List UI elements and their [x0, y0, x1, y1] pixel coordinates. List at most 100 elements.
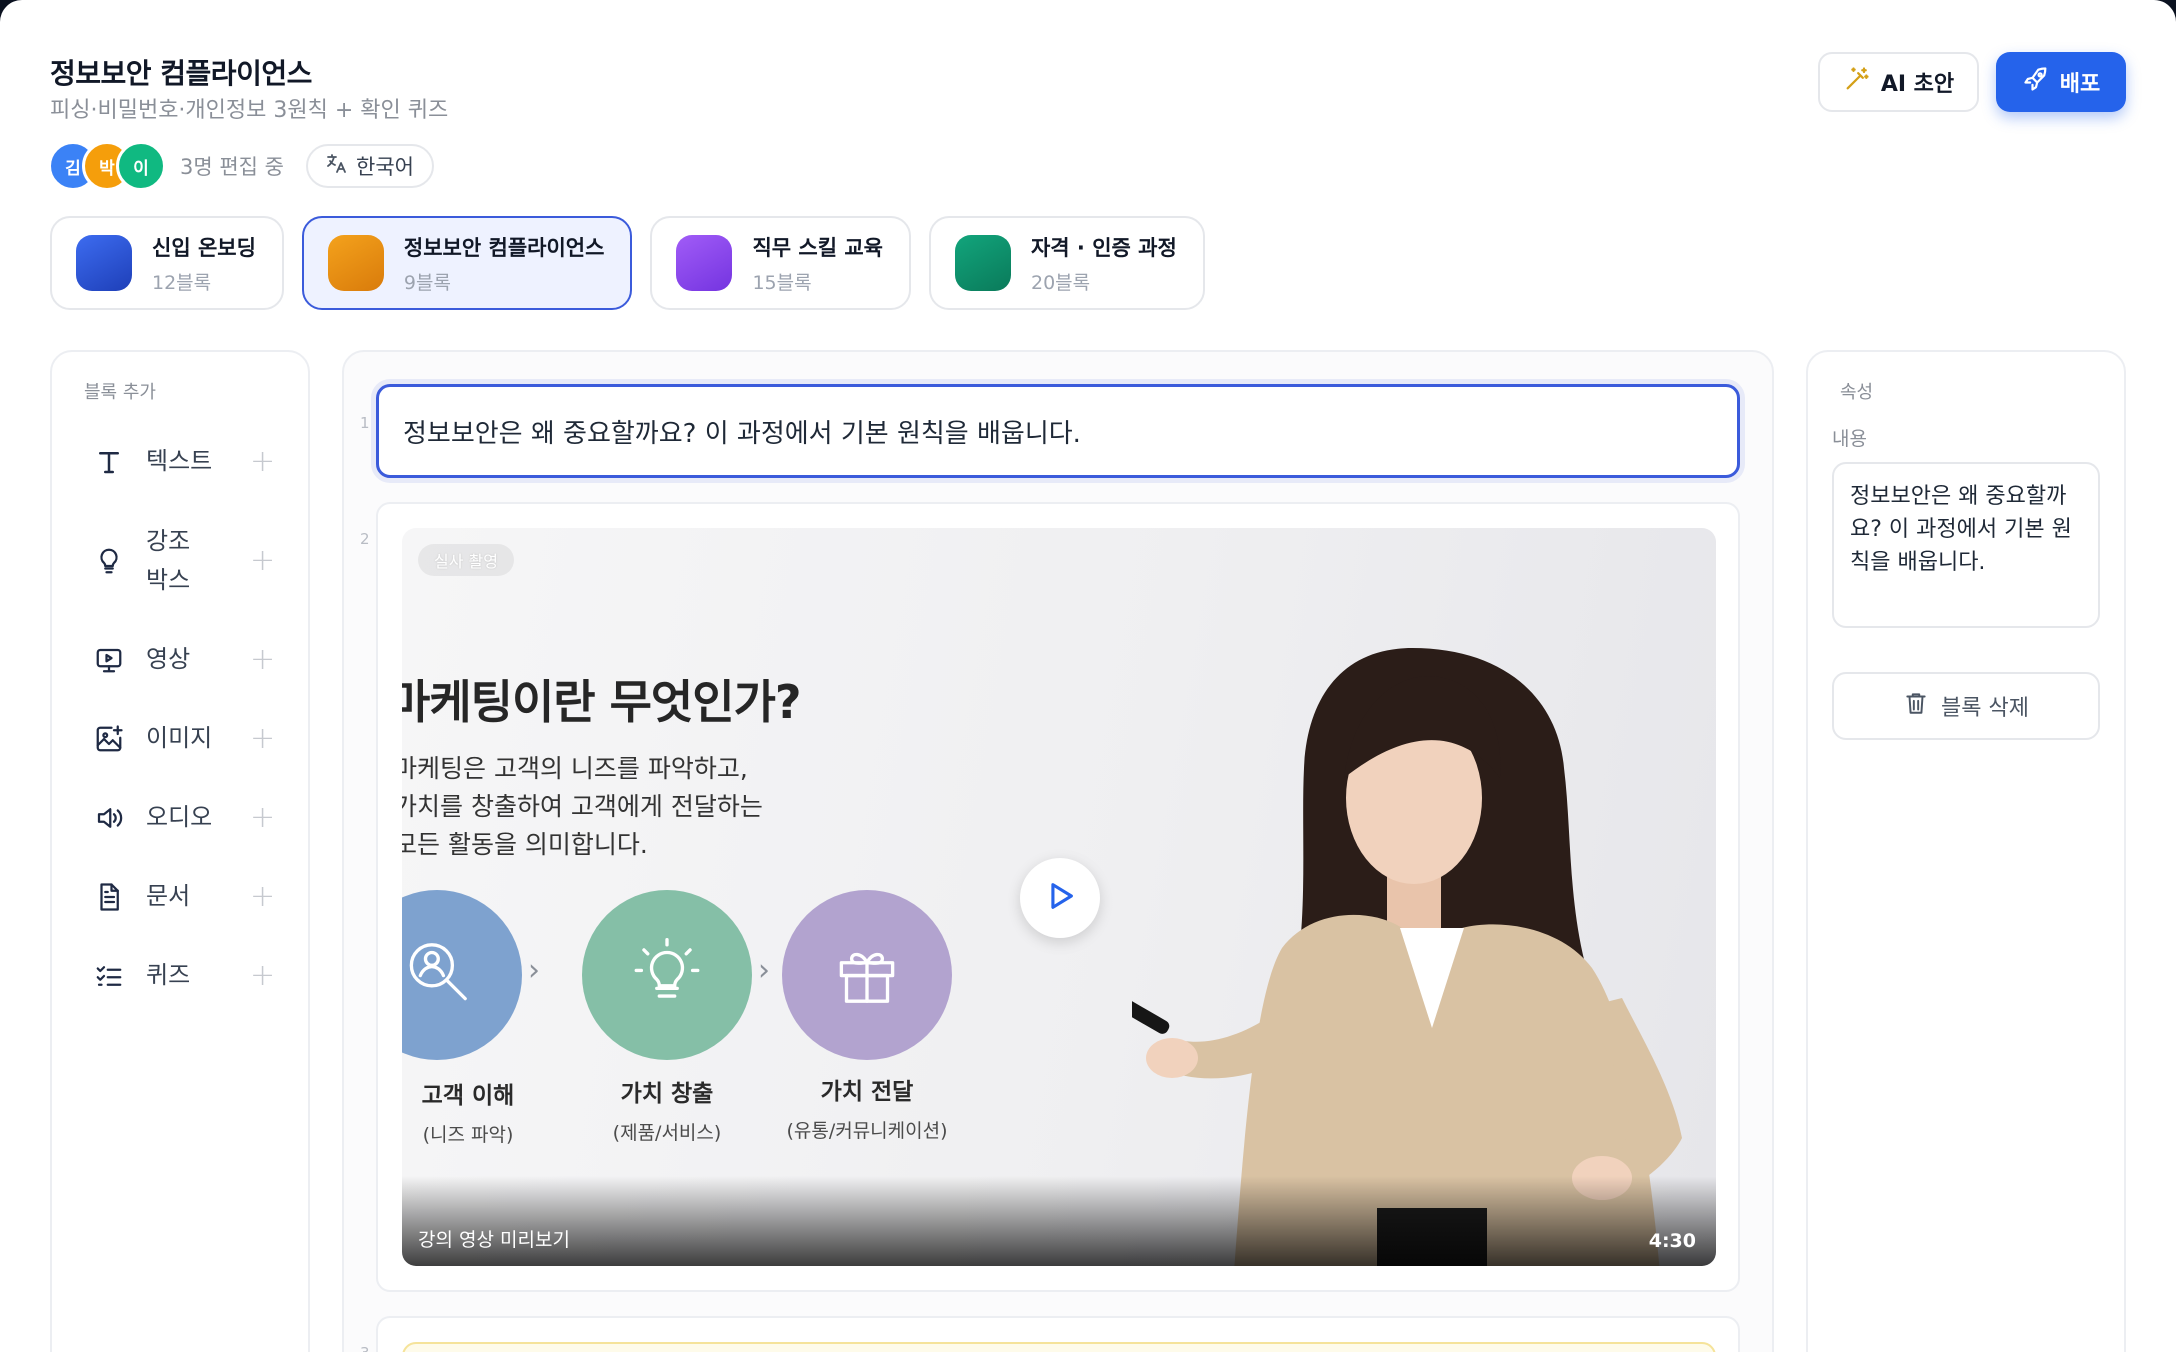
- video-duration: 4:30: [1648, 1230, 1696, 1252]
- course-tab-certification[interactable]: 자격 · 인증 과정 20블록: [928, 216, 1205, 310]
- block-item-document[interactable]: 문서 +: [92, 857, 292, 936]
- text-block[interactable]: 정보보안은 왜 중요할까요? 이 과정에서 기본 원칙을 배웁니다.: [376, 384, 1740, 478]
- course-color-icon: [76, 235, 132, 291]
- video-player[interactable]: 마케팅이란 무엇인가? 마케팅은 고객의 니즈를 파악하고, 가치를 창출하여 …: [402, 528, 1716, 1266]
- deploy-button[interactable]: 배포: [1996, 52, 2126, 112]
- add-icon[interactable]: +: [250, 721, 275, 756]
- course-tab-count: 20블록: [1030, 271, 1091, 294]
- block-number: 3: [360, 1344, 370, 1352]
- image-icon: [92, 722, 126, 756]
- block-item-image[interactable]: 이미지 +: [92, 699, 292, 778]
- course-tab-name: 정보보안 컴플라이언스: [403, 235, 605, 260]
- play-icon: [1043, 879, 1077, 917]
- step-title: 가치 전달: [820, 1079, 914, 1105]
- step-circle: [582, 890, 752, 1060]
- course-tab-count: 12블록: [152, 271, 212, 294]
- language-selector[interactable]: 한국어: [306, 144, 434, 188]
- step-sub: (유통/커뮤니케이션): [786, 1120, 948, 1142]
- add-icon[interactable]: +: [250, 800, 275, 835]
- rocket-icon: [2022, 65, 2050, 99]
- block-item-label: 강조 박스: [146, 526, 191, 594]
- deploy-label: 배포: [2059, 72, 2101, 97]
- block-item-label: 영상: [146, 645, 191, 673]
- block-item-audio[interactable]: 오디오 +: [92, 778, 292, 857]
- audio-icon: [92, 801, 126, 835]
- ai-draft-label: AI 초안: [1880, 72, 1955, 97]
- step-circle: [402, 890, 522, 1060]
- editor-canvas: 1 정보보안은 왜 중요할까요? 이 과정에서 기본 원칙을 배웁니다. 2 마…: [342, 350, 1774, 1352]
- slide-body: 마케팅은 고객의 니즈를 파악하고, 가치를 창출하여 고객에게 전달하는 모든…: [402, 750, 763, 864]
- course-tab-name: 자격 · 인증 과정: [1030, 235, 1177, 260]
- course-color-icon: [954, 235, 1011, 291]
- block-item-label: 이미지: [146, 724, 213, 752]
- language-label: 한국어: [356, 155, 414, 179]
- add-icon[interactable]: +: [250, 879, 275, 914]
- step-caption: 가치 전달 (유통/커뮤니케이션): [767, 1072, 967, 1143]
- add-icon[interactable]: +: [250, 444, 275, 479]
- step-title: 고객 이해: [421, 1083, 515, 1109]
- slide-line: 마케팅은 고객의 니즈를 파악하고,: [402, 754, 748, 783]
- ai-draft-button[interactable]: AI 초안: [1818, 52, 1979, 112]
- block-item-text[interactable]: 텍스트 +: [92, 422, 292, 501]
- translate-icon: [324, 152, 348, 181]
- block-item-label: 문서: [146, 882, 191, 910]
- play-button[interactable]: [1020, 858, 1100, 938]
- lightbulb-icon: [92, 544, 126, 578]
- slide-title: 마케팅이란 무엇인가?: [402, 675, 802, 729]
- block-item-label: 퀴즈: [146, 961, 191, 989]
- course-tab-name: 직무 스킬 교육: [752, 235, 883, 260]
- properties-heading: 속성: [1840, 382, 1874, 403]
- text-icon: [92, 445, 126, 479]
- course-tab-count: 9블록: [403, 271, 451, 294]
- slide-line: 가치를 창출하여 고객에게 전달하는: [402, 792, 763, 821]
- callout-box[interactable]: [402, 1342, 1716, 1352]
- properties-panel: 속성 내용 정보보안은 왜 중요할까요? 이 과정에서 기본 원칙을 배웁니다.…: [1806, 350, 2126, 1352]
- block-library-heading: 블록 추가: [84, 382, 156, 403]
- block-item-label: 오디오: [146, 803, 213, 831]
- block-item-quiz[interactable]: 퀴즈 +: [92, 936, 292, 1015]
- avatar[interactable]: 이: [116, 141, 166, 191]
- step-sub: (니즈 파악): [422, 1124, 514, 1146]
- step-title: 가치 창출: [620, 1081, 714, 1107]
- trash-icon: [1903, 690, 1929, 722]
- course-tab-security[interactable]: 정보보안 컴플라이언스 9블록: [301, 216, 633, 310]
- course-tab-count: 15블록: [752, 271, 812, 294]
- step-caption: 고객 이해 (니즈 파악): [402, 1076, 568, 1147]
- step-circle: [782, 890, 952, 1060]
- course-tabs: 신입 온보딩 12블록 정보보안 컴플라이언스 9블록 직무 스킬 교육 15블…: [50, 216, 1205, 310]
- magic-wand-icon: [1843, 65, 1871, 99]
- page-subtitle: 피싱·비밀번호·개인정보 3원칙 + 확인 퀴즈: [50, 98, 449, 123]
- add-icon[interactable]: +: [250, 958, 275, 993]
- content-textarea[interactable]: 정보보안은 왜 중요할까요? 이 과정에서 기본 원칙을 배웁니다.: [1832, 462, 2100, 628]
- course-tab-skills[interactable]: 직무 스킬 교육 15블록: [650, 216, 911, 310]
- course-tab-name: 신입 온보딩: [152, 235, 256, 260]
- delete-block-button[interactable]: 블록 삭제: [1832, 672, 2100, 740]
- slide-line: 모든 활동을 의미합니다.: [402, 830, 648, 859]
- app-window: 정보보안 컴플라이언스 피싱·비밀번호·개인정보 3원칙 + 확인 퀴즈 김 박…: [0, 0, 2176, 1352]
- magnifier-person-icon: [402, 932, 478, 1018]
- course-color-icon: [327, 235, 384, 291]
- block-item-label: 텍스트: [146, 447, 213, 475]
- text-block-content[interactable]: 정보보안은 왜 중요할까요? 이 과정에서 기본 원칙을 배웁니다.: [403, 413, 1081, 450]
- block-item-callout[interactable]: 강조 박스 +: [92, 501, 292, 620]
- presenter-image: [1132, 648, 1682, 1266]
- collaborators-bar: 김 박 이 3명 편집 중 한국어: [48, 140, 434, 192]
- page-title: 정보보안 컴플라이언스: [50, 57, 312, 90]
- content-label: 내용: [1832, 428, 1867, 450]
- callout-block[interactable]: [376, 1316, 1740, 1352]
- video-icon: [92, 643, 126, 677]
- lightbulb-icon: [626, 932, 708, 1018]
- document-icon: [92, 880, 126, 914]
- block-item-video[interactable]: 영상 +: [92, 620, 292, 699]
- delete-block-label: 블록 삭제: [1941, 696, 2029, 721]
- add-icon[interactable]: +: [250, 543, 275, 578]
- video-caption: 강의 영상 미리보기: [418, 1229, 570, 1251]
- video-block[interactable]: 마케팅이란 무엇인가? 마케팅은 고객의 니즈를 파악하고, 가치를 창출하여 …: [376, 502, 1740, 1292]
- add-icon[interactable]: +: [250, 642, 275, 677]
- course-tab-onboarding[interactable]: 신입 온보딩 12블록: [50, 216, 284, 310]
- chevron-right-icon: ›: [528, 953, 540, 988]
- step-caption: 가치 창출 (제품/서비스): [567, 1074, 767, 1145]
- block-library-panel: 블록 추가 텍스트 + 강조 박스 + 영상 + 이미지 + 오디오 + 문서 …: [50, 350, 310, 1352]
- block-number: 1: [360, 414, 370, 432]
- step-sub: (제품/서비스): [612, 1122, 722, 1144]
